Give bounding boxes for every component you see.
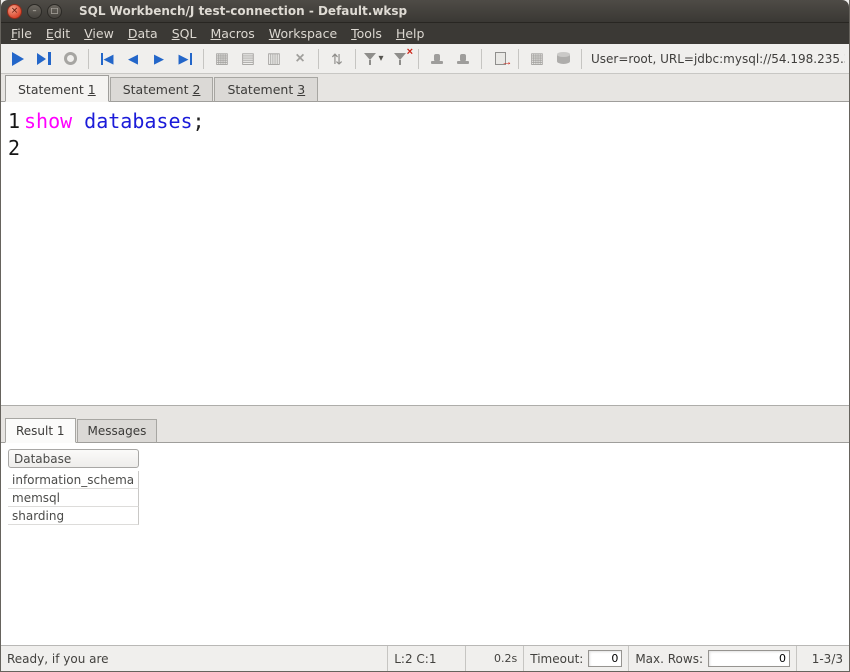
menu-tools[interactable]: Tools	[344, 24, 389, 43]
next-row-button[interactable]: ▶	[146, 47, 172, 71]
table-row[interactable]: sharding	[8, 507, 139, 525]
menu-view[interactable]: View	[77, 24, 121, 43]
window-title: SQL Workbench/J test-connection - Defaul…	[79, 4, 407, 18]
execute-current-button[interactable]	[31, 47, 57, 71]
insert-row-button[interactable]: ▤	[235, 47, 261, 71]
reset-filter-button[interactable]: ×	[387, 47, 413, 71]
delete-row-icon: ×	[295, 51, 304, 67]
toolbar-separator	[518, 49, 519, 69]
stop-icon	[64, 52, 77, 65]
toolbar-separator	[481, 49, 482, 69]
line-number: 2	[8, 135, 22, 162]
copy-row-icon: ▥	[267, 51, 281, 66]
rollback-button[interactable]	[450, 47, 476, 71]
update-database-icon: ▦	[215, 51, 229, 66]
sql-keyword: show	[24, 109, 72, 133]
timeout-input[interactable]	[588, 650, 622, 667]
reset-filter-icon: ×	[394, 53, 406, 65]
execution-time: 0.2s	[466, 646, 524, 671]
status-message: Ready, if you are	[1, 646, 388, 671]
execute-all-icon	[12, 52, 24, 66]
splitter-handle[interactable]	[1, 405, 849, 418]
toolbar-separator	[203, 49, 204, 69]
menu-workspace[interactable]: Workspace	[262, 24, 344, 43]
stop-button[interactable]	[57, 47, 83, 71]
menu-edit[interactable]: Edit	[39, 24, 77, 43]
copy-row-button[interactable]: ▥	[261, 47, 287, 71]
column-header-database[interactable]: Database	[8, 449, 139, 468]
sql-terminator: ;	[193, 109, 205, 133]
commit-button[interactable]	[424, 47, 450, 71]
toolbar: ◀ ◀ ▶ ▶ ▦ ▤ ▥ × ⇅ ▾ × → ▦ User=root, URL…	[1, 44, 849, 74]
sort-button[interactable]: ⇅	[324, 47, 350, 71]
maximize-icon: □	[51, 7, 59, 15]
last-row-button[interactable]: ▶	[172, 47, 198, 71]
menu-help[interactable]: Help	[389, 24, 432, 43]
toolbar-separator	[355, 49, 356, 69]
tab-statement-3[interactable]: Statement 3	[214, 77, 318, 102]
title-bar[interactable]: × – □ SQL Workbench/J test-connection - …	[1, 0, 849, 23]
toolbar-separator	[88, 49, 89, 69]
table-row[interactable]: memsql	[8, 489, 139, 507]
last-row-icon: ▶	[179, 52, 192, 65]
next-row-icon: ▶	[154, 52, 164, 65]
line-number: 1	[8, 108, 22, 135]
results-panel: Database information_schema memsql shard…	[1, 443, 849, 645]
toolbar-separator	[581, 49, 582, 69]
menu-macros[interactable]: Macros	[203, 24, 261, 43]
sort-icon: ⇅	[331, 52, 343, 66]
connection-info: User=root, URL=jdbc:mysql://54.198.235.3	[591, 52, 845, 66]
disconnect-icon: →	[495, 52, 506, 65]
previous-row-icon: ◀	[128, 52, 138, 65]
filter-dropdown-icon: ▾	[378, 53, 383, 64]
execute-current-icon	[37, 52, 51, 65]
results-grid: information_schema memsql sharding	[8, 471, 849, 525]
first-row-icon: ◀	[101, 52, 114, 65]
menu-data[interactable]: Data	[121, 24, 165, 43]
minimize-icon: –	[33, 7, 37, 15]
cursor-position: L:2 C:1	[388, 646, 466, 671]
rollback-icon	[457, 61, 469, 64]
status-bar: Ready, if you are L:2 C:1 0.2s Timeout: …	[1, 645, 849, 671]
sql-identifier: databases	[84, 109, 192, 133]
close-icon: ×	[11, 7, 19, 16]
max-rows-input[interactable]	[708, 650, 790, 667]
toolbar-separator	[418, 49, 419, 69]
update-database-button[interactable]: ▦	[209, 47, 235, 71]
tab-statement-1[interactable]: Statement 1	[5, 75, 109, 102]
filter-button[interactable]: ▾	[361, 47, 387, 71]
result-tab-strip: Result 1 Messages	[1, 418, 849, 443]
sql-editor[interactable]: 1show databases; 2	[1, 102, 849, 405]
table-row[interactable]: information_schema	[8, 471, 139, 489]
close-button[interactable]: ×	[7, 4, 22, 19]
execute-all-button[interactable]	[5, 47, 31, 71]
menu-bar: File Edit View Data SQL Macros Workspace…	[1, 23, 849, 44]
tab-statement-2[interactable]: Statement 2	[110, 77, 214, 102]
max-rows-label: Max. Rows:	[635, 652, 703, 666]
app-window: × – □ SQL Workbench/J test-connection - …	[0, 0, 850, 672]
previous-row-button[interactable]: ◀	[120, 47, 146, 71]
database-explorer-icon	[557, 53, 570, 64]
tab-messages[interactable]: Messages	[77, 419, 158, 443]
tab-result-1[interactable]: Result 1	[5, 418, 76, 443]
row-range: 1-3/3	[797, 646, 849, 671]
editor-line-2: 2	[8, 135, 849, 162]
first-row-button[interactable]: ◀	[94, 47, 120, 71]
commit-icon	[431, 61, 443, 64]
statement-tab-strip: Statement 1 Statement 2 Statement 3	[1, 74, 849, 102]
minimize-button[interactable]: –	[27, 4, 42, 19]
menu-sql[interactable]: SQL	[165, 24, 204, 43]
data-pumper-icon: ▦	[530, 51, 544, 66]
database-explorer-button[interactable]	[550, 47, 576, 71]
filter-icon: ▾	[364, 53, 383, 65]
maximize-button[interactable]: □	[47, 4, 62, 19]
disconnect-button[interactable]: →	[487, 47, 513, 71]
delete-row-button[interactable]: ×	[287, 47, 313, 71]
toolbar-separator	[318, 49, 319, 69]
data-pumper-button[interactable]: ▦	[524, 47, 550, 71]
timeout-label: Timeout:	[530, 652, 583, 666]
insert-row-icon: ▤	[241, 51, 255, 66]
menu-file[interactable]: File	[4, 24, 39, 43]
editor-line-1: 1show databases;	[8, 108, 849, 135]
